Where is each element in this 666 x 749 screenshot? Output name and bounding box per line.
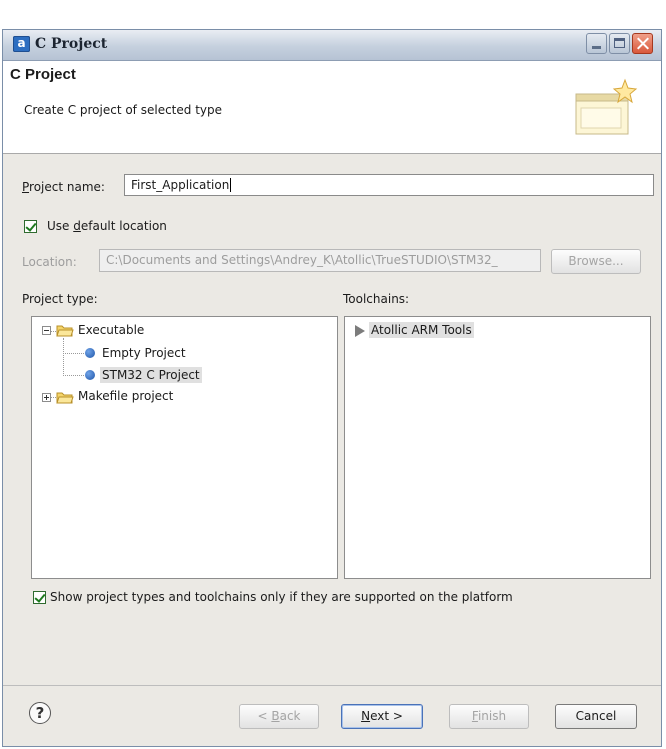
show-supported-only-checkbox[interactable] [33, 591, 46, 604]
expand-icon[interactable] [42, 393, 51, 402]
next-button[interactable]: Next > [341, 704, 423, 729]
tree-item-stm32-c-project[interactable]: STM32 C Project [100, 367, 202, 383]
toolchains-label: Toolchains: [343, 292, 410, 306]
app-icon: a [13, 36, 30, 52]
project-type-tree[interactable]: Executable Empty Project STM32 C Project… [31, 316, 338, 579]
minimize-button[interactable] [586, 33, 607, 54]
new-project-wizard-icon [575, 78, 638, 135]
project-name-label: Project name: [22, 180, 105, 194]
maximize-button[interactable] [609, 33, 630, 54]
banner-title: C Project [10, 66, 76, 83]
project-bullet-icon [85, 370, 95, 380]
project-bullet-icon [85, 348, 95, 358]
close-button[interactable] [632, 33, 653, 54]
back-button[interactable]: < Back [239, 704, 319, 729]
banner-description: Create C project of selected type [24, 103, 222, 117]
folder-open-icon [56, 392, 74, 404]
project-type-label: Project type: [22, 292, 98, 306]
location-input[interactable]: C:\Documents and Settings\Andrey_K\Atoll… [99, 249, 541, 272]
show-supported-only-label[interactable]: Show project types and toolchains only i… [50, 590, 513, 604]
cancel-button[interactable]: Cancel [555, 704, 637, 729]
browse-button[interactable]: Browse... [551, 249, 641, 274]
location-label: Location: [22, 255, 77, 269]
tree-item-makefile-project[interactable]: Makefile project [78, 389, 173, 403]
text-caret [230, 178, 232, 192]
use-default-location-checkbox[interactable] [24, 220, 37, 233]
c-project-dialog: a C Project C Project Create C project o… [2, 29, 662, 747]
help-icon[interactable]: ? [29, 702, 51, 724]
toolchains-list[interactable]: Atollic ARM Tools [344, 316, 651, 579]
project-name-input[interactable]: First_Application [124, 174, 654, 196]
collapse-icon[interactable] [42, 326, 51, 335]
toolchain-arrow-icon [355, 325, 365, 337]
finish-button[interactable]: Finish [449, 704, 529, 729]
wizard-banner: C Project Create C project of selected t… [3, 61, 661, 154]
toolchain-item-atollic-arm-tools[interactable]: Atollic ARM Tools [369, 322, 474, 338]
title-bar[interactable]: a C Project [3, 30, 661, 61]
window-title: C Project [35, 36, 108, 52]
footer-separator [3, 685, 661, 686]
tree-item-executable[interactable]: Executable [78, 323, 144, 337]
use-default-location-label[interactable]: Use default location [47, 219, 167, 233]
tree-item-empty-project[interactable]: Empty Project [102, 346, 186, 360]
folder-open-icon [56, 325, 74, 337]
